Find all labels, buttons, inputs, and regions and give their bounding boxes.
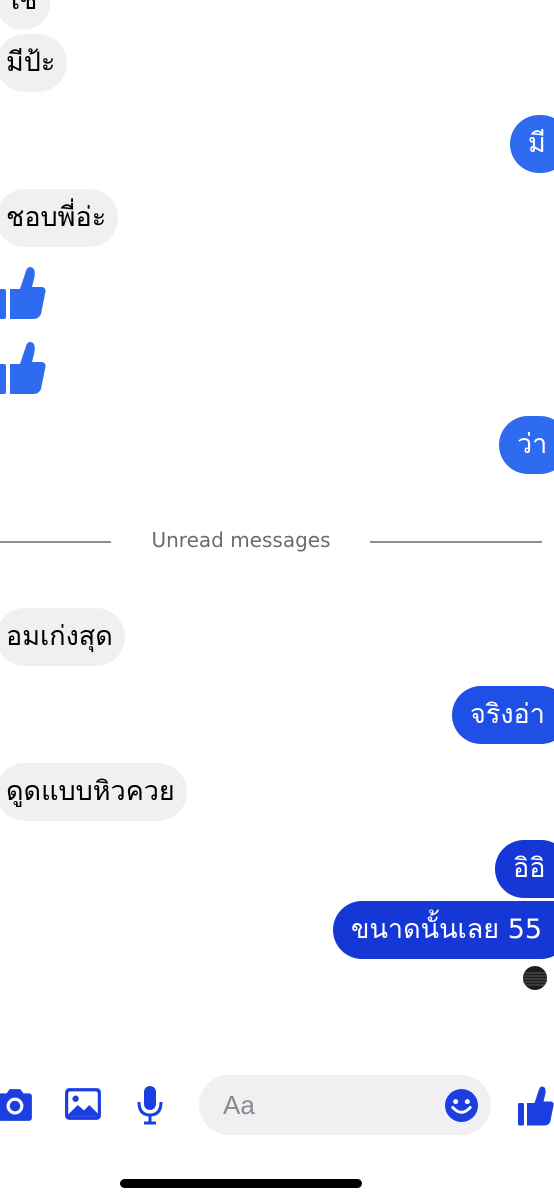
message-bubble-incoming[interactable]: อมเก่งสุด xyxy=(0,608,125,666)
thumbs-up-icon[interactable] xyxy=(0,340,46,396)
thumbs-up-icon[interactable] xyxy=(518,1085,554,1127)
message-text: ขนาดนั้นเลย 55 xyxy=(351,914,543,945)
message-bubble-incoming[interactable]: ใช่ xyxy=(0,0,50,30)
message-bubble-outgoing[interactable]: อิอิ xyxy=(495,840,554,898)
camera-icon[interactable] xyxy=(0,1088,34,1122)
emoji-icon[interactable] xyxy=(444,1088,479,1123)
message-input[interactable]: Aa xyxy=(199,1075,491,1135)
message-bubble-outgoing[interactable]: จริงอ่า xyxy=(452,686,554,744)
microphone-icon[interactable] xyxy=(136,1085,164,1125)
message-text: อิอิ xyxy=(513,853,546,884)
message-input-placeholder: Aa xyxy=(223,1090,255,1120)
seen-avatar xyxy=(523,966,547,990)
message-bubble-outgoing[interactable]: มี xyxy=(510,115,554,173)
message-bubble-incoming[interactable]: มีป้ะ xyxy=(0,34,68,92)
message-bubble-outgoing[interactable]: ขนาดนั้นเลย 55 xyxy=(333,901,554,959)
unread-messages-divider: Unread messages xyxy=(151,528,331,552)
message-text: จริงอ่า xyxy=(470,699,545,730)
message-bubble-incoming[interactable]: ชอบพี่อ่ะ xyxy=(0,189,119,247)
message-bubble-incoming[interactable]: ดูดแบบหิวควย xyxy=(0,763,187,821)
home-indicator xyxy=(120,1179,362,1188)
message-text: มี xyxy=(528,128,546,159)
message-text: ดูดแบบหิวควย xyxy=(6,776,175,807)
thumbs-up-icon[interactable] xyxy=(0,265,46,321)
photo-gallery-icon[interactable] xyxy=(64,1087,102,1121)
message-text: ชอบพี่อ่ะ xyxy=(6,202,107,233)
divider-line-right xyxy=(370,541,542,543)
message-text: ว่า xyxy=(517,429,548,460)
message-bubble-outgoing[interactable]: ว่า xyxy=(499,416,554,474)
message-text: อมเก่งสุด xyxy=(6,621,113,652)
message-text: มีป้ะ xyxy=(6,47,56,78)
message-text: ใช่ xyxy=(6,0,38,16)
